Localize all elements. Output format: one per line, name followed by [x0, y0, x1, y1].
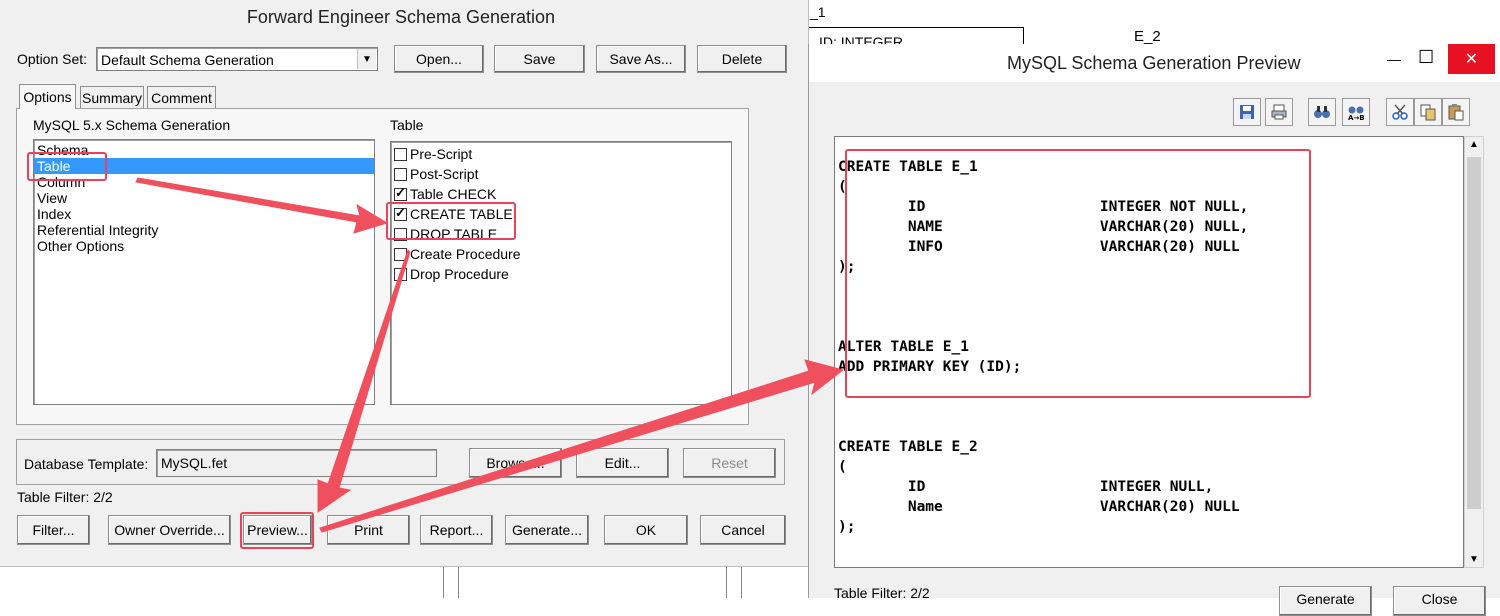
cut-icon[interactable] [1386, 98, 1414, 126]
option-post-script[interactable]: Post-Script [391, 164, 731, 184]
checkbox[interactable] [394, 147, 407, 161]
category-list[interactable]: Schema Table Column View Index Referenti… [33, 139, 375, 405]
option-create-procedure[interactable]: Create Procedure [391, 244, 731, 264]
edit-button[interactable]: Edit... [576, 448, 669, 478]
option-table-check[interactable]: Table CHECK [391, 184, 731, 204]
scroll-thumb[interactable] [1467, 157, 1481, 509]
maximize-icon[interactable]: ☐ [1418, 47, 1434, 68]
list-item-view[interactable]: View [34, 190, 374, 206]
paste-icon[interactable] [1442, 98, 1470, 126]
preview-table-filter-status: Table Filter: 2/2 [834, 585, 930, 601]
option-create-table[interactable]: CREATE TABLE [391, 204, 731, 224]
checkbox-checked[interactable] [394, 185, 407, 201]
delete-button[interactable]: Delete [697, 45, 787, 73]
tab-comment[interactable]: Comment [147, 86, 216, 108]
list-item-index[interactable]: Index [34, 206, 374, 222]
generate-button[interactable]: Generate... [505, 515, 589, 545]
scroll-up-icon[interactable]: ▲ [1465, 139, 1483, 150]
save-button[interactable]: Save [494, 45, 585, 73]
diagram-line [458, 566, 459, 598]
code-line: ); [838, 519, 856, 535]
find-icon[interactable] [1308, 98, 1336, 126]
diagram-line [443, 566, 444, 598]
preview-button[interactable]: Preview... [243, 515, 312, 545]
print-button[interactable]: Print [327, 515, 410, 545]
entity-e2-label: E_2 [1134, 28, 1161, 45]
database-template-value: MySQL.fet [161, 455, 228, 471]
schema-preview-window: MySQL Schema Generation Preview — ☐ ✕ A→… [808, 44, 1500, 616]
cancel-button[interactable]: Cancel [700, 515, 786, 545]
checkbox[interactable] [394, 167, 407, 181]
checkbox[interactable] [394, 267, 407, 281]
database-template-label: Database Template: [24, 456, 149, 472]
code-line: ID INTEGER NULL, [838, 479, 1214, 495]
preview-title: MySQL Schema Generation Preview [1007, 53, 1301, 73]
browse-button[interactable]: Browse... [469, 448, 562, 478]
ok-button[interactable]: OK [604, 515, 688, 545]
save-as-button[interactable]: Save As... [596, 45, 686, 73]
code-line: ( [838, 179, 847, 195]
checkbox[interactable] [394, 227, 407, 241]
preview-titlebar[interactable]: MySQL Schema Generation Preview — ☐ ✕ [809, 44, 1500, 82]
tab-summary[interactable]: Summary [80, 86, 144, 108]
code-line: INFO VARCHAR(20) NULL [838, 239, 1240, 255]
code-line: CREATE TABLE E_1 [838, 159, 978, 175]
option-set-dropdown[interactable]: Default Schema Generation ▼ [96, 47, 378, 71]
code-line: ADD PRIMARY KEY (ID); [838, 359, 1022, 375]
diagram-line [726, 566, 727, 598]
code-line: Name VARCHAR(20) NULL [838, 499, 1240, 515]
print-icon[interactable] [1265, 98, 1293, 126]
list-item-referential-integrity[interactable]: Referential Integrity [34, 222, 374, 238]
minimize-icon[interactable]: — [1387, 51, 1401, 67]
code-line: ALTER TABLE E_1 [838, 339, 969, 355]
checkbox-checked[interactable] [394, 205, 407, 221]
schema-generation-label: MySQL 5.x Schema Generation [33, 117, 231, 133]
diagram-line [741, 566, 742, 598]
list-item-table[interactable]: Table [34, 158, 374, 174]
preview-close-button[interactable]: Close [1393, 586, 1486, 616]
table-options-list: Pre-Script Post-Script Table CHECK CREAT… [390, 141, 732, 405]
code-line: CREATE TABLE E_2 [838, 439, 978, 455]
owner-override-button[interactable]: Owner Override... [108, 515, 231, 545]
checkbox[interactable] [394, 247, 407, 261]
close-icon[interactable]: ✕ [1448, 44, 1495, 74]
forward-engineer-dialog: Forward Engineer Schema Generation Optio… [0, 0, 809, 567]
list-item-other-options[interactable]: Other Options [34, 238, 374, 254]
find-replace-icon[interactable]: A→B [1342, 98, 1370, 126]
report-button[interactable]: Report... [420, 515, 493, 545]
option-drop-table[interactable]: DROP TABLE [391, 224, 731, 244]
sql-preview-text[interactable]: CREATE TABLE E_1 ( ID INTEGER NOT NULL, … [834, 136, 1464, 568]
list-item-column[interactable]: Column [34, 174, 374, 190]
chevron-down-icon[interactable]: ▼ [357, 49, 376, 69]
list-item-schema[interactable]: Schema [34, 142, 374, 158]
option-set-label: Option Set: [17, 51, 88, 67]
code-line: ); [838, 259, 856, 275]
code-line: ( [838, 459, 847, 475]
database-template-field[interactable]: MySQL.fet [156, 449, 437, 477]
open-button[interactable]: Open... [394, 45, 484, 73]
scroll-down-icon[interactable]: ▼ [1465, 554, 1483, 565]
tab-options[interactable]: Options [19, 84, 76, 109]
vertical-scrollbar[interactable]: ▲ ▼ [1464, 136, 1484, 568]
preview-generate-button[interactable]: Generate [1279, 586, 1372, 616]
reset-button[interactable]: Reset [683, 448, 776, 478]
entity-e1-label: _1 [810, 4, 826, 20]
code-line: ID INTEGER NOT NULL, [838, 199, 1249, 215]
table-filter-status: Table Filter: 2/2 [17, 489, 113, 505]
code-line: NAME VARCHAR(20) NULL, [838, 219, 1249, 235]
copy-icon[interactable] [1414, 98, 1442, 126]
svg-text:A→B: A→B [1348, 114, 1365, 121]
table-options-label: Table [390, 117, 424, 133]
filter-button[interactable]: Filter... [17, 515, 90, 545]
option-drop-procedure[interactable]: Drop Procedure [391, 264, 731, 284]
save-icon[interactable] [1233, 98, 1261, 126]
option-set-value: Default Schema Generation [101, 52, 274, 68]
dialog-title: Forward Engineer Schema Generation [246, 7, 556, 27]
option-pre-script[interactable]: Pre-Script [391, 144, 731, 164]
